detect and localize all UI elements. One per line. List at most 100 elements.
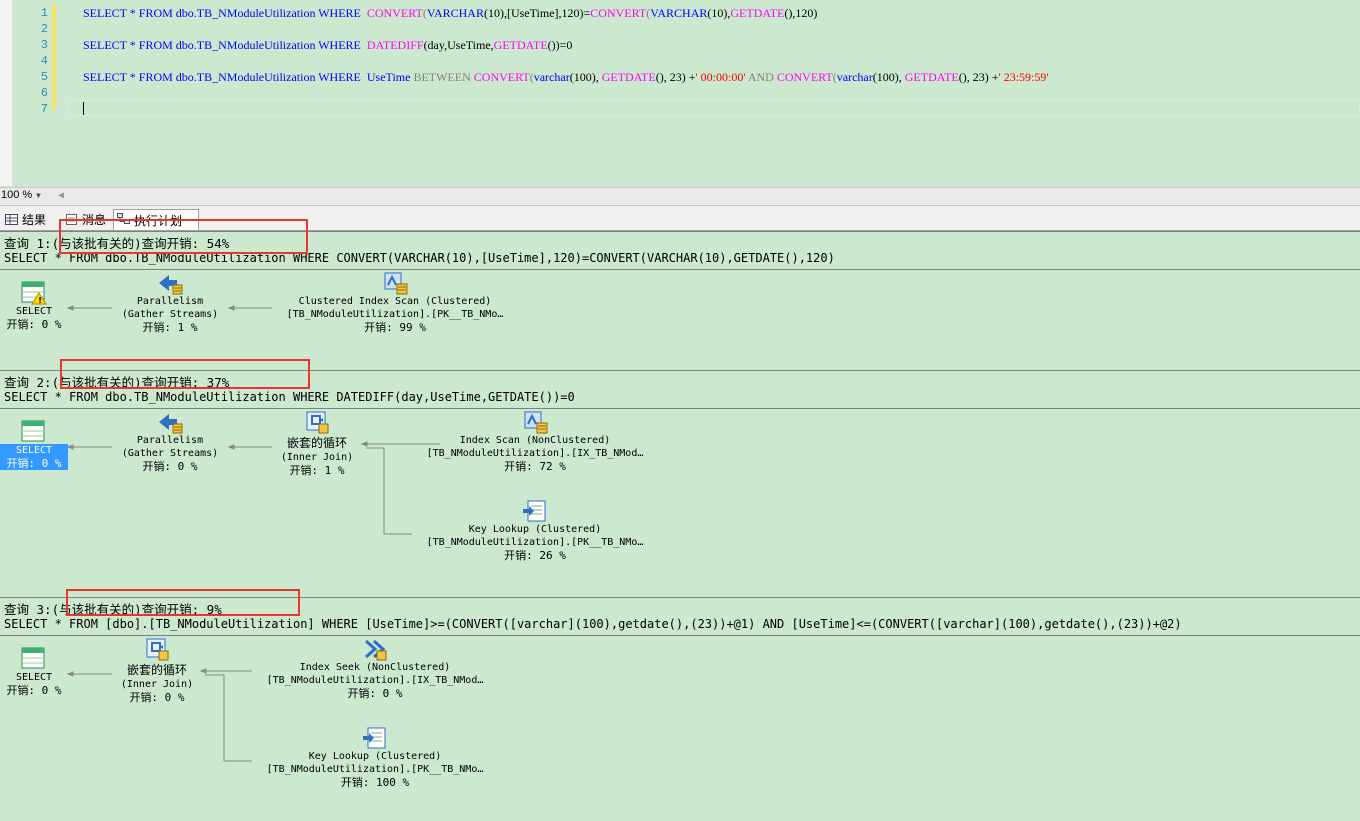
text-caret <box>83 102 84 115</box>
code-token: BETWEEN <box>413 70 474 84</box>
tab-results-label: 结果 <box>22 213 47 227</box>
line-number: 2 <box>40 22 48 36</box>
index-scan-icon <box>522 410 548 434</box>
code-token: GETDATE <box>730 6 785 20</box>
line-number: 4 <box>40 54 48 68</box>
code-token: GETDATE <box>904 70 959 84</box>
key-lookup-icon <box>522 499 548 523</box>
node-name: Index Scan (NonClustered) <box>459 435 611 446</box>
sql-editor[interactable]: 1 2 3 4 5 6 7 SELECT * FROM dbo.TB_NModu… <box>0 0 1360 186</box>
node-cost: 开销: 0 % <box>6 684 62 697</box>
plan-node-nested-loops[interactable]: 嵌套的循环 (Inner Join) 开销: 1 % <box>270 410 364 477</box>
line-number: 7 <box>40 102 48 116</box>
node-cost: 开销: 1 % <box>289 464 345 477</box>
code-token: (10), <box>707 6 731 20</box>
plan-node-index-seek[interactable]: Index Seek (NonClustered) [TB_NModuleUti… <box>250 637 500 700</box>
node-cost: 开销: 0 % <box>6 457 62 470</box>
code-token: SELECT * FROM dbo.TB_NModuleUtilization … <box>83 70 414 84</box>
parallelism-icon <box>157 410 183 434</box>
code-token: CONVERT <box>366 6 423 20</box>
node-subtitle: [TB_NModuleUtilization].[PK__TB_NMo… <box>426 537 644 548</box>
plan-node-index-scan[interactable]: Index Scan (NonClustered) [TB_NModuleUti… <box>410 410 660 473</box>
plan-connectors <box>66 305 440 762</box>
node-name: 嵌套的循环 <box>126 663 187 677</box>
query-3-sql: SELECT * FROM [dbo].[TB_NModuleUtilizati… <box>4 617 1182 631</box>
node-subtitle: (Inner Join) <box>280 452 354 463</box>
node-name: 嵌套的循环 <box>286 436 347 450</box>
plan-node-nested-loops[interactable]: 嵌套的循环 (Inner Join) 开销: 0 % <box>110 637 204 704</box>
node-cost: 开销: 26 % <box>504 549 566 562</box>
node-name: Parallelism <box>136 435 204 446</box>
query-2-sql: SELECT * FROM dbo.TB_NModuleUtilization … <box>4 390 575 404</box>
code-token: VARCHAR <box>650 6 708 20</box>
code-token: AND <box>745 70 777 84</box>
plan-node-key-lookup[interactable]: Key Lookup (Clustered) [TB_NModuleUtiliz… <box>250 726 500 789</box>
node-cost: 开销: 0 % <box>129 691 185 704</box>
selected-node-label: SELECT 开销: 0 % <box>0 444 68 470</box>
code-token: VARCHAR <box>426 6 484 20</box>
code-token: (100), <box>569 70 602 84</box>
editor-gutter <box>0 0 13 186</box>
nested-loops-icon <box>144 637 170 661</box>
plan-node-key-lookup[interactable]: Key Lookup (Clustered) [TB_NModuleUtiliz… <box>410 499 660 562</box>
code-token: CONVERT <box>473 70 530 84</box>
node-cost: 开销: 72 % <box>504 460 566 473</box>
line-number: 1 <box>40 6 48 20</box>
code-token: CONVERT <box>590 6 647 20</box>
code-token: ' 00:00:00' <box>695 70 746 84</box>
code-token: (),120) <box>784 6 818 20</box>
code-token: ())=0 <box>547 38 573 52</box>
node-cost: 开销: 0 % <box>142 460 198 473</box>
code-token: varchar <box>836 70 873 84</box>
code-token: SELECT * FROM dbo.TB_NModuleUtilization … <box>83 38 367 52</box>
code-token: GETDATE <box>493 38 548 52</box>
highlight-box <box>66 589 300 616</box>
code-token: CONVERT <box>776 70 833 84</box>
node-subtitle: [TB_NModuleUtilization].[IX_TB_NMod… <box>266 675 484 686</box>
nested-loops-icon <box>304 410 330 434</box>
node-name: Key Lookup (Clustered) <box>308 751 442 762</box>
code-token: varchar <box>533 70 570 84</box>
zoom-dropdown-icon[interactable]: ▼ <box>36 191 41 200</box>
index-seek-icon <box>362 637 388 661</box>
plan-node-parallelism[interactable]: Parallelism (Gather Streams) 开销: 0 % <box>108 410 232 473</box>
query-label: 查询 2: <box>4 375 52 390</box>
code-line-5[interactable]: SELECT * FROM dbo.TB_NModuleUtilization … <box>83 70 1049 85</box>
query-label: 查询 3: <box>4 602 52 617</box>
zoom-bar: 100 % ▼ ◀ <box>0 187 1360 206</box>
plan-node-select[interactable]: SELECT 开销: 0 % <box>4 647 64 697</box>
code-line-3[interactable]: SELECT * FROM dbo.TB_NModuleUtilization … <box>83 38 572 53</box>
code-token: (day,UseTime, <box>423 38 494 52</box>
code-token: (100), <box>872 70 905 84</box>
plan-node-select[interactable]: SELECT 开销: 0 % <box>0 420 68 470</box>
node-subtitle: [TB_NModuleUtilization].[IX_TB_NMod… <box>426 448 644 459</box>
code-token: DATEDIFF <box>366 38 424 52</box>
key-lookup-icon <box>362 726 388 750</box>
code-token: (), 23) + <box>958 70 999 84</box>
code-token: SELECT * FROM dbo.TB_NModuleUtilization … <box>83 6 367 20</box>
node-cost: 开销: 0 % <box>347 687 403 700</box>
highlight-box <box>60 359 310 389</box>
current-line-highlight <box>68 100 1360 116</box>
line-number: 5 <box>40 70 48 84</box>
node-cost: 开销: 100 % <box>340 776 410 789</box>
line-number: 6 <box>40 86 48 100</box>
node-name: SELECT <box>15 672 53 683</box>
tab-results[interactable]: 结果 <box>2 211 46 229</box>
scroll-left-icon[interactable]: ◀ <box>58 190 64 201</box>
execution-plan-pane[interactable]: 查询 1:(与该批有关的)查询开销: 54% SELECT * FROM dbo… <box>0 219 1360 821</box>
node-name: Key Lookup (Clustered) <box>468 524 602 535</box>
line-number: 3 <box>40 38 48 52</box>
grid-icon <box>5 214 18 225</box>
change-margin-bar <box>52 4 56 110</box>
node-name: SELECT <box>15 445 53 456</box>
select-icon <box>21 420 47 444</box>
node-name: Index Seek (NonClustered) <box>299 662 451 673</box>
select-icon <box>21 647 47 671</box>
node-subtitle: (Gather Streams) <box>121 448 219 459</box>
node-subtitle: [TB_NModuleUtilization].[PK__TB_NMo… <box>266 764 484 775</box>
zoom-level[interactable]: 100 % <box>1 189 32 201</box>
code-line-1[interactable]: SELECT * FROM dbo.TB_NModuleUtilization … <box>83 6 817 21</box>
node-subtitle: (Inner Join) <box>120 679 194 690</box>
code-token: (10),[UseTime],120)= <box>483 6 591 20</box>
